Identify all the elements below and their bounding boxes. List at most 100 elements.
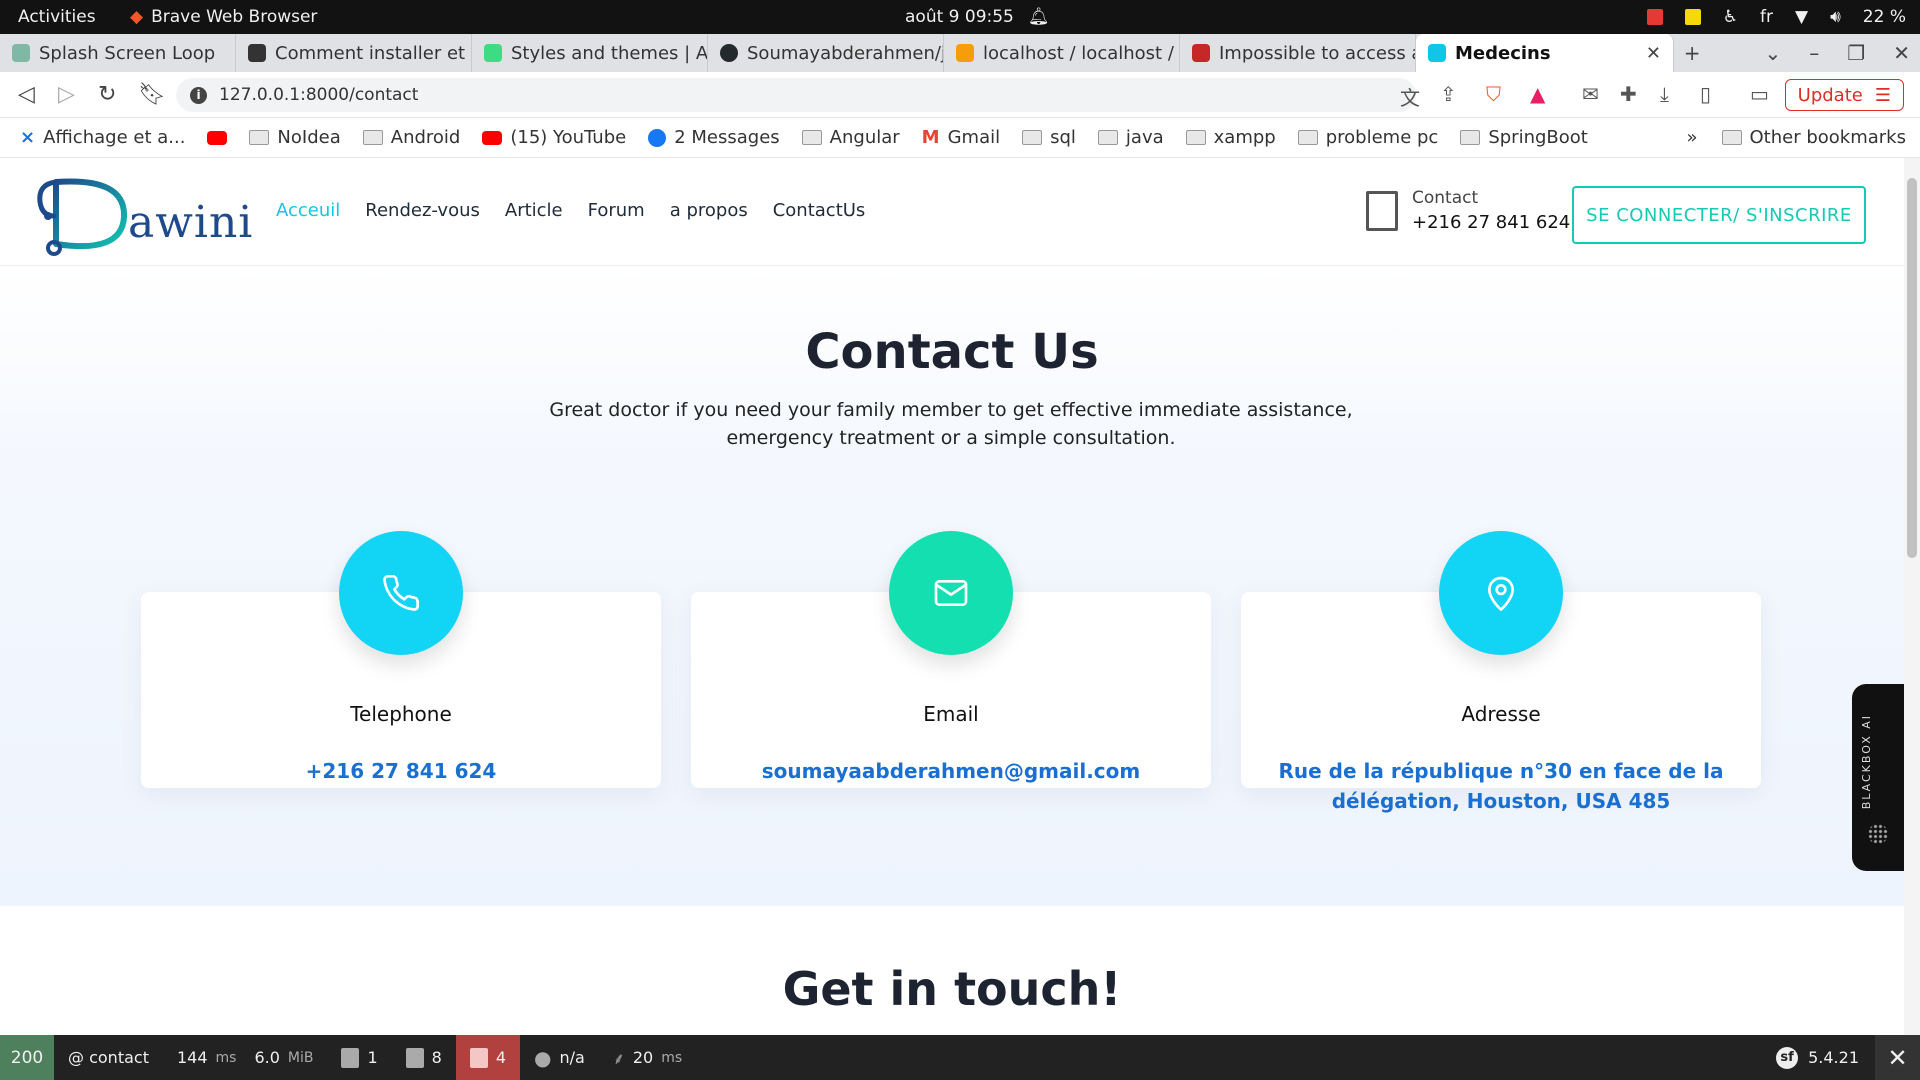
wallet-icon[interactable]: ▭ [1750,82,1769,106]
activities-button[interactable]: Activities [18,7,96,27]
tab-impossible-access[interactable]: Impossible to access a [1180,34,1416,72]
nav-forum[interactable]: Forum [588,200,645,221]
clock[interactable]: août 9 09:55 🔔︎ [905,7,1049,27]
site-info-icon[interactable]: i [190,86,207,104]
forms-panel[interactable]: 1 [327,1035,391,1080]
restore-icon[interactable]: ❐ [1847,41,1865,65]
tab-github[interactable]: Soumayabderahmen/j [708,34,944,72]
tab-phpmyadmin[interactable]: localhost / localhost / [944,34,1180,72]
nav-a-propos[interactable]: a propos [670,200,748,221]
brave-lion-icon: ◆ [130,7,144,27]
blackbox-ai-widget[interactable]: BLACKBOX AI [1852,684,1904,871]
gmail-icon: M [921,127,940,148]
site-logo[interactable]: awini [36,170,253,256]
symfony-version[interactable]: 5.4.21 [1808,1048,1859,1067]
brave-rewards-icon[interactable]: ▲ [1530,82,1545,106]
bookmark-xampp[interactable]: xampp [1185,127,1276,148]
minimize-icon[interactable]: – [1809,41,1819,65]
route-panel[interactable]: @ contact [54,1035,163,1080]
sidebar-icon[interactable]: ▯ [1700,82,1711,106]
forward-icon[interactable]: ▷ [58,82,75,107]
bookmark-affichage[interactable]: × Affichage et a... [20,127,185,148]
tab-strip: Splash Screen Loop Comment installer et … [0,34,1920,72]
bookmark-java[interactable]: java [1097,127,1164,148]
time-unit: ms [215,1049,237,1066]
back-icon[interactable]: ◁ [18,82,35,107]
address-bar[interactable]: i 127.0.0.1:8000/contact [176,78,1416,112]
tab-styles-themes[interactable]: Styles and themes | A [472,34,708,72]
bookmarks-overflow-button[interactable]: » [1687,127,1698,148]
bookmark-youtube[interactable]: (15) YouTube [482,127,626,148]
bookmark-sql[interactable]: sql [1022,127,1076,148]
bookmark-springboot[interactable]: SpringBoot [1460,127,1588,148]
blackbox-label: BLACKBOX AI [1860,714,1873,810]
bookmark-youtube-icon-only[interactable] [207,130,228,145]
card-title: Adresse [1461,702,1541,726]
bookmark-android[interactable]: Android [362,127,460,148]
battery-indicator: 22 % [1862,7,1906,27]
page-title: Contact Us [805,324,1099,380]
brave-shields-icon[interactable]: ⛉ [1486,82,1501,106]
email-value[interactable]: soumayaabderahmen@gmail.com [721,756,1181,786]
download-icon[interactable]: ⤓ [1660,82,1669,106]
bookmark-label: NoIdea [277,127,341,148]
reload-icon[interactable]: ↻ [98,82,116,107]
close-toolbar-icon[interactable]: ✕ [1875,1035,1920,1080]
address-value[interactable]: Rue de la république n°30 en face de la … [1271,756,1731,816]
forms-count: 1 [367,1048,378,1067]
status-code[interactable]: 200 [0,1035,54,1080]
bookmark-probleme-pc[interactable]: probleme pc [1297,127,1439,148]
tab-close-icon[interactable]: ✕ [1646,43,1661,64]
menu-icon: ☰ [1874,84,1891,106]
system-tray[interactable]: ♿︎ fr ▼ 🔊︎ 22 % [1646,7,1906,27]
route-name: @ contact [68,1048,149,1067]
tab-splash-screen[interactable]: Splash Screen Loop [0,34,236,72]
translate-icon[interactable]: 文 [1400,82,1420,111]
page-scrollbar[interactable] [1904,158,1920,1035]
nav-article[interactable]: Article [505,200,563,221]
bookmark-icon[interactable]: 🔖︎ [138,82,166,107]
bookmark-facebook[interactable]: 2 Messages [648,127,780,148]
bookmark-label: 2 Messages [674,127,780,148]
nav-contactus[interactable]: ContactUs [773,200,866,221]
bookmark-gmail[interactable]: M Gmail [922,127,1000,148]
bookmark-label: (15) YouTube [510,127,627,148]
logs-panel[interactable]: 8 [392,1035,456,1080]
twig-panel[interactable]: ⸙ 20 ms [599,1035,696,1080]
bookmark-label: probleme pc [1325,127,1439,148]
share-icon[interactable]: ⇪ [1440,82,1457,106]
logo-text: awini [128,197,254,248]
tray-app-red-icon[interactable] [1646,9,1663,25]
app-menu[interactable]: ◆ Brave Web Browser [130,7,317,27]
tab-medecins[interactable]: Medecins ✕ [1416,34,1674,72]
nav-acceuil[interactable]: Acceuil [276,200,340,221]
mail-extension-icon[interactable]: ✉ [1582,82,1599,106]
tab-comment-installer[interactable]: Comment installer et [236,34,472,72]
accessibility-icon[interactable]: ♿︎ [1723,7,1738,27]
translations-panel[interactable]: 4 [455,1035,521,1080]
other-bookmarks-label: Other bookmarks [1749,127,1906,148]
tray-app-yellow-icon[interactable] [1684,9,1701,25]
time-panel[interactable]: 144 ms 6.0 MiB [163,1035,328,1080]
dawini-favicon-icon [1428,44,1446,62]
youtube-icon [207,130,228,145]
security-panel[interactable]: ● n/a [520,1035,599,1080]
x-icon: × [20,127,36,148]
chevron-down-icon[interactable]: ⌄ [1765,41,1782,65]
update-button[interactable]: Update ☰ [1784,79,1904,111]
extensions-icon[interactable]: ✚ [1620,82,1637,106]
bookmark-angular[interactable]: Angular [801,127,900,148]
bookmark-label: SpringBoot [1488,127,1588,148]
login-register-button[interactable]: SE CONNECTER/ S'INSCRIRE [1572,186,1866,244]
close-window-icon[interactable]: ✕ [1893,41,1910,65]
scrollbar-thumb[interactable] [1907,178,1917,558]
translation-icon [469,1047,488,1068]
nav-rendez-vous[interactable]: Rendez-vous [365,200,480,221]
language-indicator[interactable]: fr [1760,7,1773,27]
other-bookmarks[interactable]: Other bookmarks [1721,127,1906,148]
new-tab-icon[interactable]: + [1684,41,1701,65]
bookmark-noidea[interactable]: NoIdea [249,127,341,148]
form-icon [341,1047,360,1068]
telephone-value[interactable]: +216 27 841 624 [171,756,631,786]
github-icon [720,44,738,62]
